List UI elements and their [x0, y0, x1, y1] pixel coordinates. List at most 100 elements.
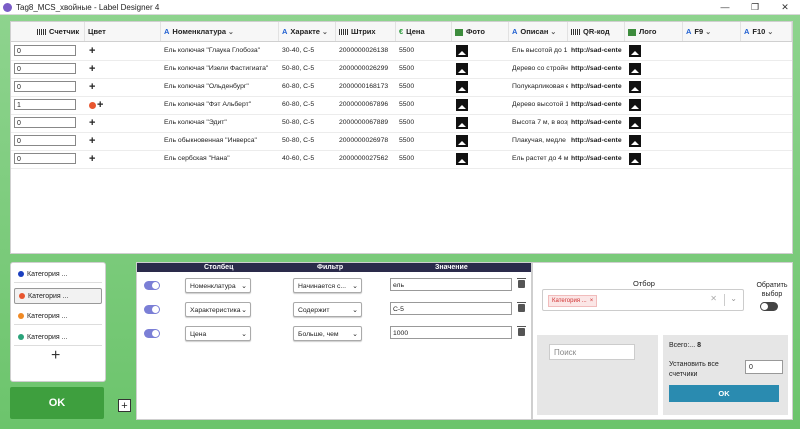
photo-icon[interactable] [456, 63, 468, 75]
filter-column-select[interactable]: Цена ⌄ [185, 326, 251, 341]
filter-value-input[interactable]: ель [390, 278, 512, 291]
add-color-icon[interactable]: + [89, 117, 95, 129]
filter-column-select[interactable]: Характеристика ⌄ [185, 302, 251, 317]
color-cell[interactable]: + [86, 132, 95, 150]
category-item[interactable]: Категория ... [14, 267, 102, 283]
trash-icon[interactable] [517, 326, 526, 336]
chevron-down-icon: ⌄ [352, 307, 358, 314]
counter-input[interactable]: 1 [14, 99, 76, 110]
search-input[interactable]: Поиск [549, 344, 635, 360]
filter-operator-select[interactable]: Начинается с... ⌄ [293, 278, 362, 293]
column-header-characteristic[interactable]: A Характе ⌄ [279, 22, 336, 41]
color-cell[interactable]: + [86, 114, 95, 132]
logo-icon[interactable] [629, 117, 641, 129]
add-category-button[interactable]: + [51, 347, 60, 365]
table-row[interactable]: 0 + Ель колючая "Ольденбург" 60-80, C-5 2000… [11, 78, 792, 97]
set-all-input[interactable]: 0 [745, 360, 783, 374]
color-cell[interactable]: + [86, 150, 95, 168]
column-header-price[interactable]: € Цена [396, 22, 452, 41]
color-cell[interactable]: + [86, 78, 95, 96]
logo-icon[interactable] [629, 81, 641, 93]
photo-icon[interactable] [456, 99, 468, 111]
logo-icon[interactable] [629, 135, 641, 147]
logo-icon[interactable] [629, 99, 641, 111]
table-row[interactable]: 0 + Ель обыкновенная "Инверса" 50-80, C-5 20… [11, 132, 792, 151]
column-header-counter[interactable]: Счетчик [11, 22, 85, 41]
add-color-icon[interactable]: + [97, 99, 103, 111]
photo-icon[interactable] [456, 81, 468, 93]
maximize-button[interactable]: ❐ [740, 0, 770, 14]
column-header-qr[interactable]: QR-код [568, 22, 625, 41]
photo-icon[interactable] [456, 117, 468, 129]
logo-icon[interactable] [629, 45, 641, 57]
filter-value-input[interactable]: 1000 [390, 326, 512, 339]
invert-selection-toggle[interactable] [760, 302, 778, 311]
category-chip[interactable]: Категория ... × [548, 295, 598, 307]
sort-chevron-icon[interactable]: ⌄ [705, 29, 711, 36]
counter-input[interactable]: 0 [14, 153, 76, 164]
filter-enable-toggle[interactable] [144, 305, 160, 314]
trash-icon[interactable] [517, 302, 526, 312]
sort-chevron-icon[interactable]: ⌄ [767, 29, 773, 36]
sort-chevron-icon[interactable]: ⌄ [550, 29, 556, 36]
trash-icon[interactable] [517, 278, 526, 288]
counter-input[interactable]: 0 [14, 81, 76, 92]
chevron-down-icon[interactable]: ⌄ [730, 294, 737, 303]
add-color-icon[interactable]: + [89, 135, 95, 147]
column-header-photo[interactable]: Фото [452, 22, 509, 41]
filter-enable-toggle[interactable] [144, 281, 160, 290]
column-header-logo[interactable]: Лого [625, 22, 683, 41]
category-item[interactable]: Категория ... [14, 309, 102, 325]
apply-ok-button[interactable]: OK [669, 385, 779, 402]
counter-input[interactable]: 0 [14, 135, 76, 146]
description-cell: Полукарликовая е [512, 83, 568, 90]
sort-chevron-icon[interactable]: ⌄ [228, 29, 234, 36]
clear-icon[interactable]: ✕ [710, 294, 717, 303]
table-row[interactable]: 0 + Ель колючая "Глаука Глобоза" 30-40, C-5… [11, 42, 792, 61]
table-row[interactable]: 1 + Ель колючая "Фэт Альберт" 60-80, C-5 200… [11, 96, 792, 115]
counter-input[interactable]: 0 [14, 117, 76, 128]
column-header-f10[interactable]: A F10 ⌄ [741, 22, 792, 41]
selection-multiselect[interactable]: Категория ... × ✕ ⌄ [542, 289, 744, 311]
selection-panel: Отбор Категория ... × ✕ ⌄ Обратить выбор … [532, 262, 793, 420]
filter-column-select[interactable]: Номенклатура ⌄ [185, 278, 251, 293]
color-cell[interactable]: + [86, 96, 103, 114]
minimize-button[interactable]: — [710, 0, 740, 14]
color-cell[interactable]: + [86, 60, 95, 78]
category-label: Категория ... [27, 271, 68, 278]
add-color-icon[interactable]: + [89, 81, 95, 93]
photo-icon[interactable] [456, 135, 468, 147]
column-header-barcode[interactable]: Штрих [336, 22, 396, 41]
logo-icon[interactable] [629, 153, 641, 165]
column-header-f9[interactable]: A F9 ⌄ [683, 22, 741, 41]
category-item[interactable]: Категория ... [14, 330, 102, 346]
chip-remove-icon[interactable]: × [590, 298, 594, 304]
filter-operator-select[interactable]: Содержит ⌄ [293, 302, 362, 317]
add-color-icon[interactable]: + [89, 45, 95, 57]
photo-icon[interactable] [456, 45, 468, 57]
data-grid: Счетчик Цвет A Номенклатура ⌄ A Характе ⌄ Штрих €… [10, 21, 793, 254]
category-item[interactable]: Категория ... [14, 288, 102, 304]
filter-operator-select[interactable]: Больше, чем ⌄ [293, 326, 362, 341]
filter-value-input[interactable]: C-5 [390, 302, 512, 315]
column-header-label: Штрих [351, 27, 376, 36]
ok-button[interactable]: OK [10, 387, 104, 419]
filter-enable-toggle[interactable] [144, 329, 160, 338]
column-header-description[interactable]: A Описан ⌄ [509, 22, 568, 41]
table-row[interactable]: 0 + Ель колючая "Эдит" 50-80, C-5 2000000067… [11, 114, 792, 133]
add-color-icon[interactable]: + [89, 153, 95, 165]
add-color-icon[interactable]: + [89, 63, 95, 75]
table-row[interactable]: 0 + Ель колючая "Изели Фастигиата" 50-80, C… [11, 60, 792, 79]
counter-input[interactable]: 0 [14, 63, 76, 74]
column-header-nomenclature[interactable]: A Номенклатура ⌄ [161, 22, 279, 41]
add-filter-button[interactable]: + [118, 399, 131, 412]
counter-input[interactable]: 0 [14, 45, 76, 56]
logo-icon[interactable] [629, 63, 641, 75]
close-button[interactable]: ✕ [770, 0, 800, 14]
photo-icon[interactable] [456, 153, 468, 165]
color-cell[interactable]: + [86, 42, 95, 60]
sort-chevron-icon[interactable]: ⌄ [322, 29, 328, 36]
text-icon: A [282, 27, 288, 36]
table-row[interactable]: 0 + Ель сербская "Нана" 40-60, C-5 200000002… [11, 150, 792, 169]
column-header-color[interactable]: Цвет [85, 22, 161, 41]
